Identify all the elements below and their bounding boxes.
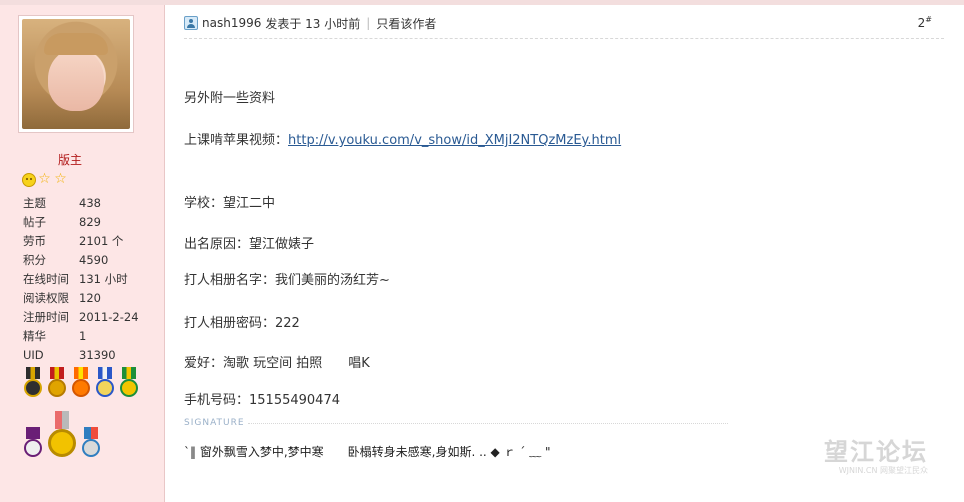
stat-value: 2011-2-24 (79, 309, 139, 324)
forum-post-frame: 版主 ☆ ☆ 主题 438 帖子 829 劳币 2101 个 积分 4590 在… (0, 0, 964, 502)
signature-divider (248, 423, 728, 424)
stat-label: UID (23, 347, 44, 362)
stat-value[interactable]: 438 (79, 196, 153, 210)
header-divider (184, 38, 944, 39)
stat-row: 精华 1 (23, 326, 153, 345)
stat-row: 注册时间 2011-2-24 (23, 307, 153, 326)
signature-label: SIGNATURE (184, 418, 245, 428)
floor-mark: # (925, 15, 932, 24)
medal-icon[interactable] (118, 367, 140, 401)
post-line: 学校：望江二中 (184, 196, 276, 211)
post-line: 上课啃苹果视频：http://v.youku.com/v_show/id_XMj… (184, 129, 621, 148)
stat-label: 主题 (23, 195, 46, 210)
post-line: 出名原因：望江做婊子 (184, 237, 315, 252)
site-watermark: 望江论坛 WJNIN.CN 网聚望江民众 (824, 432, 928, 476)
post-line: 爱好：淘歌 玩空间 拍照 唱K (184, 356, 370, 371)
user-sidebar: 版主 ☆ ☆ 主题 438 帖子 829 劳币 2101 个 积分 4590 在… (0, 5, 165, 502)
medal-icon[interactable] (46, 411, 78, 461)
floor-number[interactable]: 2# (918, 15, 932, 30)
stat-label: 积分 (23, 252, 46, 267)
stat-row: 劳币 2101 个 (23, 231, 153, 250)
author-link[interactable]: nash1996 (202, 16, 261, 30)
avatar[interactable] (22, 19, 130, 129)
stat-value[interactable]: 829 (79, 215, 153, 229)
medal-row (22, 367, 152, 401)
medal-icon[interactable] (46, 367, 68, 401)
stat-value: 120 (79, 290, 101, 305)
stat-value: 4590 (79, 252, 109, 267)
stat-row: 在线时间 131 小时 (23, 269, 153, 288)
post-line: 手机号码：15155490474 (184, 393, 340, 408)
post-text: 上课啃苹果视频： (184, 133, 289, 148)
stat-value[interactable]: 1 (79, 329, 153, 343)
signature-text: `‖ 窗外飘雪入梦中,梦中寒 卧榻转身未感寒,身如斯. .. ◆ ｒ ˊ ﹏ " (184, 445, 551, 459)
only-author-link[interactable]: 只看该作者 (376, 15, 436, 32)
medal-icon[interactable] (22, 367, 44, 401)
user-stats: 主题 438 帖子 829 劳币 2101 个 积分 4590 在线时间 131… (23, 193, 153, 364)
post-time: 发表于 13 小时前 (265, 16, 361, 31)
user-rank: 版主 (58, 153, 83, 167)
stat-row: 帖子 829 (23, 212, 153, 231)
user-icon (184, 16, 198, 30)
stat-label: 帖子 (23, 214, 46, 229)
sun-icon (22, 173, 36, 187)
star-icon: ☆ (38, 171, 51, 187)
stat-label: 注册时间 (23, 309, 69, 324)
avatar-frame[interactable] (18, 15, 134, 133)
stat-label: 阅读权限 (23, 290, 69, 305)
stat-value: 31390 (79, 347, 116, 362)
stat-label: 在线时间 (23, 271, 69, 286)
watermark-title: 望江论坛 (824, 438, 928, 466)
watermark-url: WJNIN.CN 网聚望江民众 (838, 466, 928, 475)
stat-row: 主题 438 (23, 193, 153, 212)
stat-row: UID 31390 (23, 345, 153, 364)
post-line: 另外附一些资料 (184, 91, 276, 106)
medal-icon[interactable] (22, 427, 44, 461)
medal-area (22, 367, 152, 471)
stat-label: 劳币 (23, 233, 46, 248)
separator: | (366, 16, 371, 30)
medal-icon[interactable] (80, 427, 102, 461)
stat-row: 阅读权限 120 (23, 288, 153, 307)
post-line: 打人相册密码：222 (184, 316, 300, 331)
stat-label: 精华 (23, 328, 46, 343)
video-link[interactable]: http://v.youku.com/v_show/id_XMjI2NTQzMz… (288, 133, 621, 148)
rank-stars: ☆ ☆ (22, 172, 68, 187)
post-header: nash1996 发表于 13 小时前 | 只看该作者 (184, 13, 436, 33)
stat-value: 131 小时 (79, 271, 128, 286)
medal-row (22, 411, 152, 461)
medal-icon[interactable] (94, 367, 116, 401)
star-icon: ☆ (54, 171, 67, 187)
post-line: 打人相册名字：我们美丽的汤红芳~ (184, 273, 390, 288)
medal-icon[interactable] (70, 367, 92, 401)
stat-value: 2101 个 (79, 233, 124, 248)
post-content: nash1996 发表于 13 小时前 | 只看该作者 2# 另外附一些资料 上… (166, 5, 964, 502)
stat-row: 积分 4590 (23, 250, 153, 269)
